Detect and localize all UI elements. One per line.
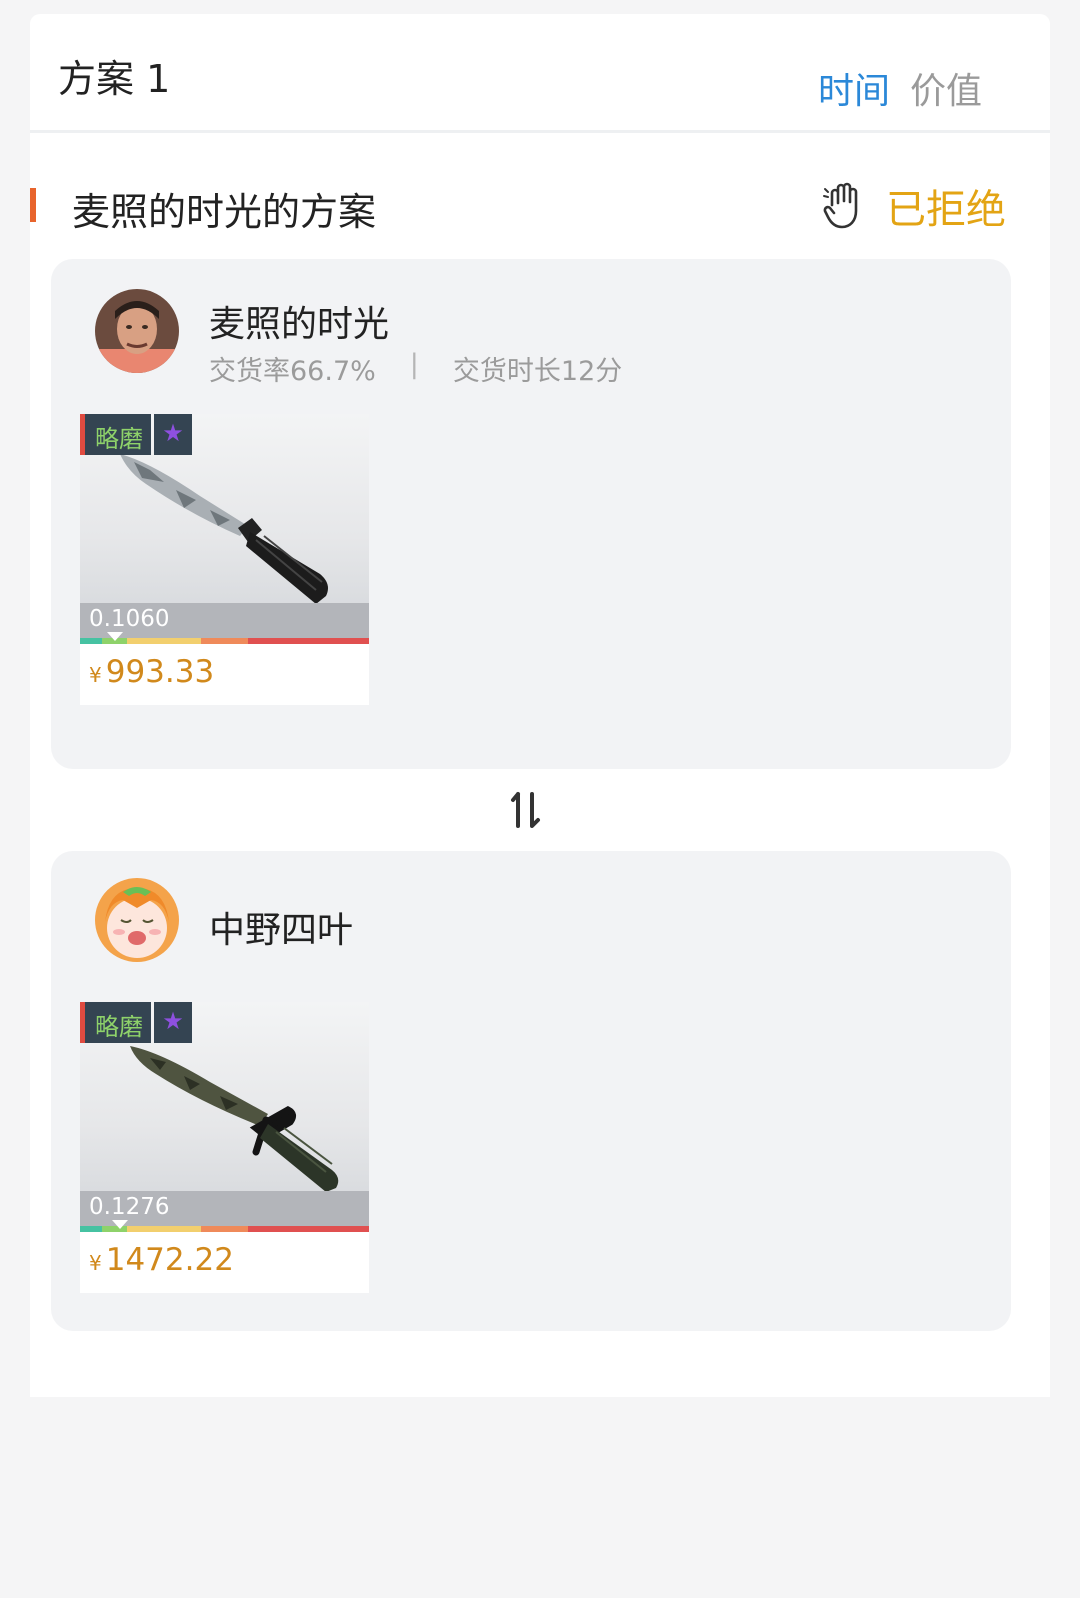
proposal-title: 麦照的时光的方案: [72, 190, 377, 234]
avatar[interactable]: [95, 878, 179, 962]
item-card[interactable]: 略磨 ★ 0.1060 ¥993.33: [80, 414, 369, 705]
wear-badge: 略磨 ★: [80, 414, 192, 455]
user-name: 中野四叶: [209, 910, 354, 951]
avatar[interactable]: [95, 289, 179, 373]
delivery-time: 交货时长12分: [452, 356, 623, 387]
float-value: 0.1060: [80, 603, 369, 638]
wear-marker: [112, 1220, 128, 1229]
wear-label: 略磨: [80, 1002, 151, 1043]
proposal-status: 已拒绝: [822, 177, 1006, 235]
item-card[interactable]: 略磨 ★ 0.1276 ¥1472.22: [80, 1002, 369, 1293]
currency-symbol: ¥: [89, 663, 102, 687]
sort-by-time-tab[interactable]: 时间: [818, 62, 890, 114]
star-icon: ★: [154, 1002, 192, 1043]
item-price: ¥1472.22: [89, 1242, 234, 1278]
plan-header: 方案 1 时间 价值: [30, 14, 1050, 130]
wear-marker: [107, 632, 123, 641]
price-value: 993.33: [105, 654, 215, 690]
sort-by-value-tab[interactable]: 价值: [910, 62, 982, 114]
wear-badge: 略磨 ★: [80, 1002, 192, 1043]
item-image: 略磨 ★ 0.1276: [80, 1002, 369, 1226]
party-b-panel: 中野四叶 略磨 ★ 0.1276 ¥ 1472.22: [51, 851, 1011, 1331]
user-name: 麦照的时光: [209, 304, 390, 345]
item-price: ¥993.33: [89, 654, 214, 690]
wear-label: 略磨: [80, 414, 151, 455]
raised-hand-icon: [823, 182, 858, 229]
plan-title: 方案 1: [58, 57, 171, 101]
user-stats: 交货率66.7% | 交货时长12分: [209, 349, 622, 388]
item-image: 略磨 ★ 0.1060: [80, 414, 369, 638]
party-a-panel: 麦照的时光 交货率66.7% | 交货时长12分 略磨 ★ 0.1060 ¥ 9…: [51, 259, 1011, 769]
currency-symbol: ¥: [89, 1251, 102, 1275]
wear-scale: [80, 638, 369, 644]
star-icon: ★: [154, 414, 192, 455]
proposal-card: 麦照的时光的方案 已拒绝 麦照的时光 交货率66.7% | 交货时长12分 略磨…: [30, 133, 1050, 1397]
title-accent-bar: [30, 188, 36, 222]
delivery-rate: 交货率66.7%: [209, 356, 376, 387]
price-value: 1472.22: [105, 1242, 234, 1278]
swap-arrows-icon: [511, 792, 540, 828]
stats-separator: |: [409, 349, 419, 380]
status-label: 已拒绝: [886, 187, 1006, 233]
